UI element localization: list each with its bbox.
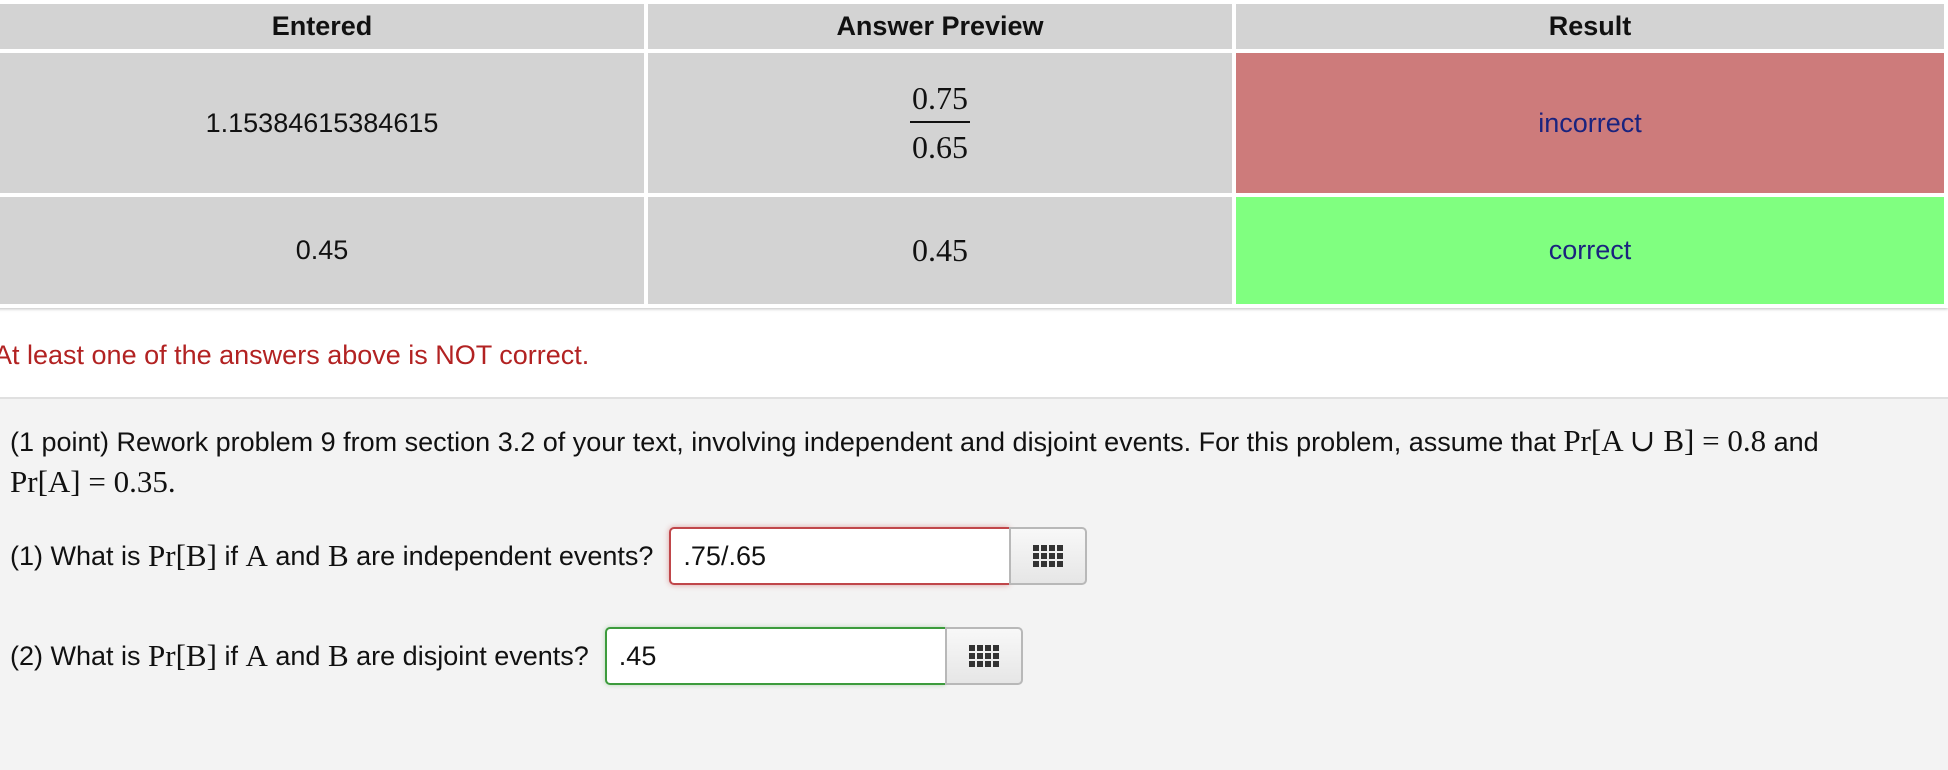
intro-and: and	[1773, 427, 1819, 457]
fraction-denominator: 0.65	[912, 129, 968, 166]
header-answer-preview: Answer Preview	[648, 4, 1232, 50]
q2-if: if	[224, 640, 238, 671]
q1-suffix: are independent events?	[356, 540, 654, 571]
grid-icon	[968, 645, 999, 667]
preview-fraction: 0.75 0.65	[910, 80, 970, 166]
header-entered: Entered	[0, 4, 644, 50]
problem-intro: (1 point) Rework problem 9 from section …	[10, 421, 1935, 503]
header-result: Result	[1236, 4, 1944, 50]
math-pr-b: Pr[B]	[148, 638, 217, 673]
entered-cell: 0.45	[0, 197, 644, 304]
math-b: B	[327, 638, 349, 673]
intro-period: .	[167, 464, 176, 499]
preview-cell: 0.75 0.65	[648, 53, 1232, 194]
q1-and: and	[275, 540, 321, 571]
entered-cell: 1.15384615384615	[0, 53, 644, 194]
math-a: A	[245, 638, 268, 673]
question-1: (1) What is Pr[B] if A and B are indepen…	[10, 527, 1088, 585]
math-pr-a-union-b: Pr[A ∪ B] = 0.8	[1563, 423, 1767, 458]
problem-panel: (1 point) Rework problem 9 from section …	[0, 397, 1948, 770]
table-row: 1.15384615384615 0.75 0.65 incorrect	[0, 53, 1944, 194]
preview-value: 0.45	[912, 232, 968, 269]
math-pr-b: Pr[B]	[148, 538, 217, 573]
grid-icon	[1033, 545, 1064, 567]
intro-text: (1 point) Rework problem 9 from section …	[10, 427, 1556, 457]
warning-message: At least one of the answers above is NOT…	[0, 340, 590, 370]
answer-input-1[interactable]	[669, 527, 1010, 585]
q2-prefix: (2) What is	[10, 640, 141, 671]
answer-input-2[interactable]	[604, 627, 945, 685]
math-b: B	[327, 538, 349, 573]
math-palette-button-2[interactable]	[944, 627, 1023, 685]
result-incorrect: incorrect	[1538, 107, 1642, 138]
q2-suffix: are disjoint events?	[356, 640, 589, 671]
q2-and: and	[275, 640, 321, 671]
math-a: A	[245, 538, 268, 573]
table-row: 0.45 0.45 correct	[0, 197, 1944, 304]
q1-if: if	[224, 540, 238, 571]
result-correct: correct	[1548, 235, 1632, 266]
result-cell: correct	[1236, 197, 1944, 304]
math-palette-button-1[interactable]	[1009, 527, 1088, 585]
math-pr-a: Pr[A] = 0.35	[10, 464, 168, 499]
result-cell: incorrect	[1236, 53, 1944, 194]
results-table: Entered Answer Preview Result 1.15384615…	[0, 0, 1948, 308]
fraction-numerator: 0.75	[910, 80, 970, 124]
q1-prefix: (1) What is	[10, 540, 141, 571]
question-2: (2) What is Pr[B] if A and B are disjoin…	[10, 627, 1023, 685]
preview-cell: 0.45	[648, 197, 1232, 304]
